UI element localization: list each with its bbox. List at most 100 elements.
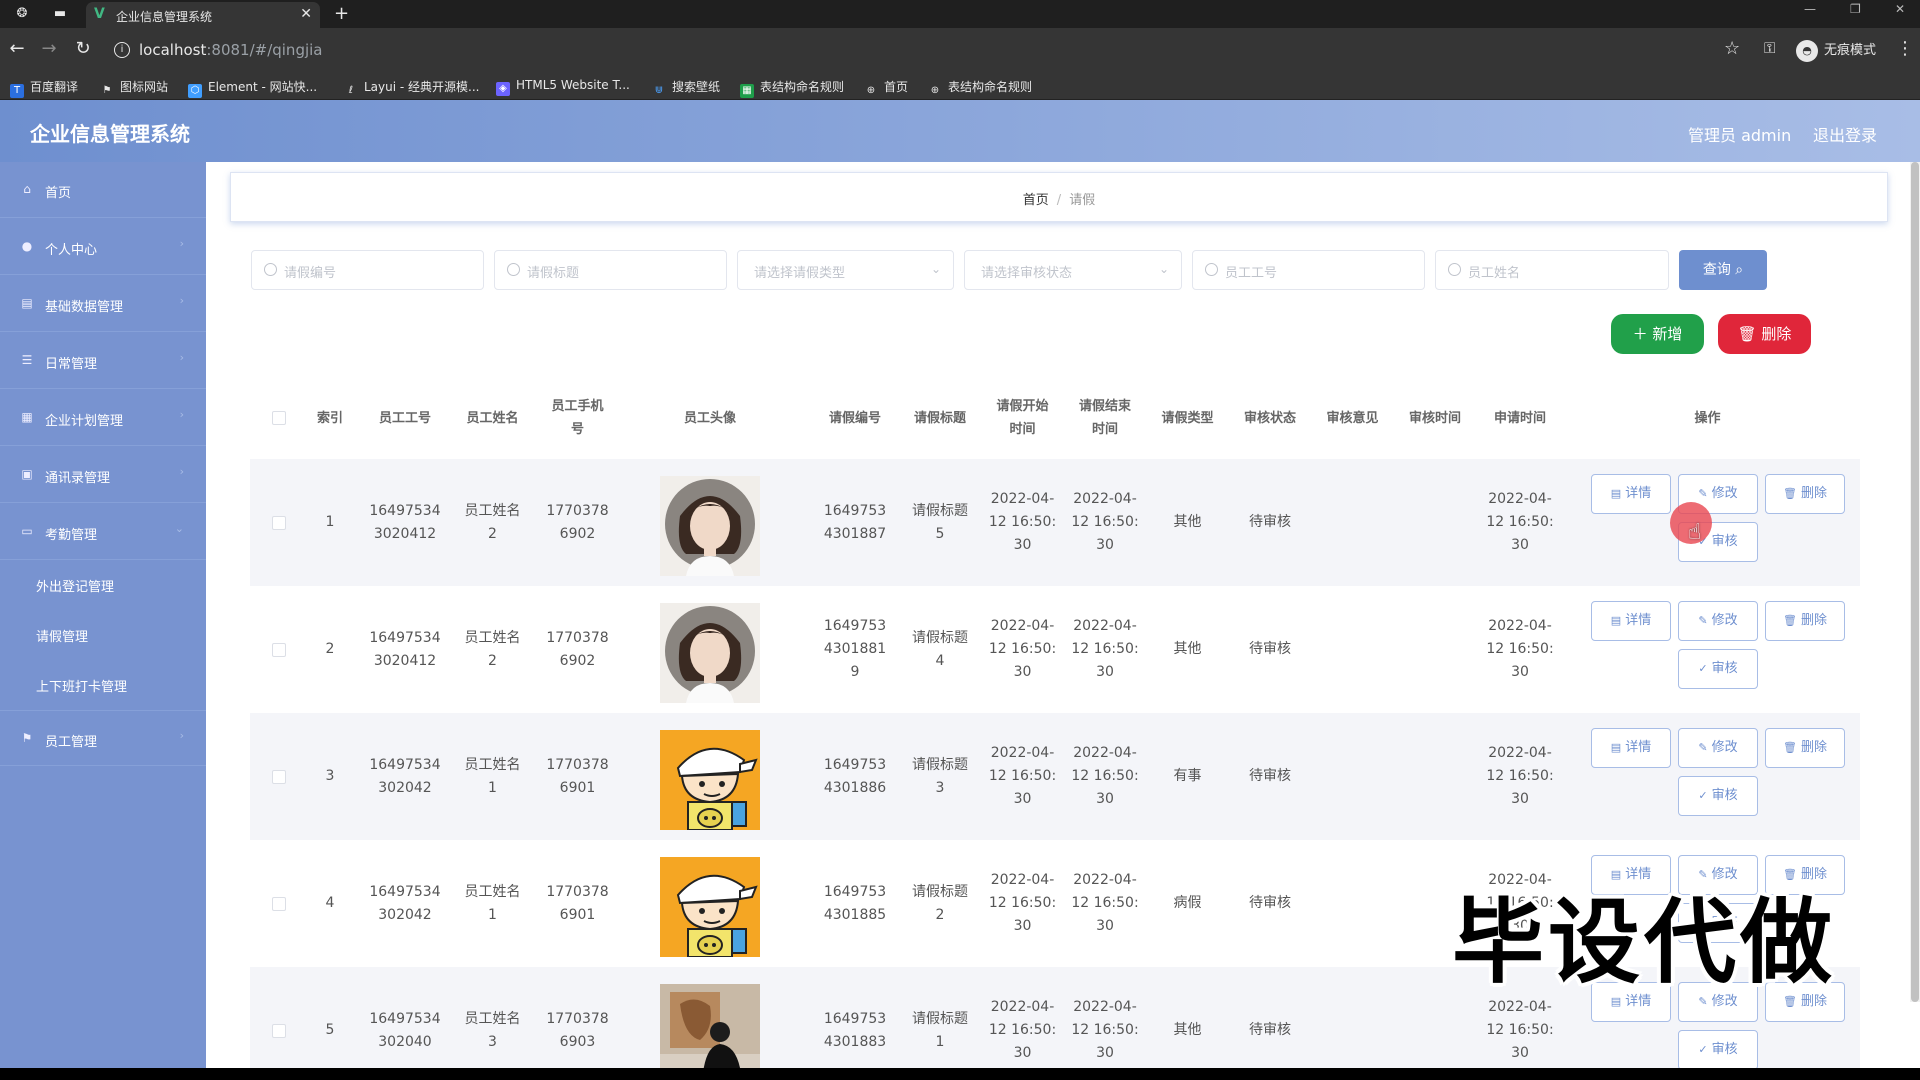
sidebar-item-contacts[interactable]: ▣ 通讯录管理 › bbox=[0, 447, 206, 503]
audit-status-select[interactable]: 请选择审核状态 ⌄ bbox=[964, 250, 1182, 290]
cell-line: 2 bbox=[935, 906, 945, 923]
trash-icon: 🗑︎ bbox=[1783, 487, 1797, 500]
tab-close-icon[interactable]: ✕ bbox=[300, 6, 312, 22]
batch-delete-button[interactable]: 🗑︎ 删除 bbox=[1718, 314, 1811, 354]
sidebar-item-label: 员工管理 bbox=[45, 735, 98, 750]
bookmark-item[interactable]: T 百度翻译 bbox=[10, 78, 78, 98]
cell-line: 30 bbox=[1511, 664, 1529, 680]
cell-leave-title: 请假标题 1 bbox=[900, 967, 980, 1068]
row-checkbox[interactable] bbox=[272, 643, 286, 657]
leave-type-select[interactable]: 请选择请假类型 ⌄ bbox=[737, 250, 954, 290]
site-info-icon[interactable]: i bbox=[114, 42, 130, 58]
row-checkbox[interactable] bbox=[272, 516, 286, 530]
query-button[interactable]: 查询 ⌕ bbox=[1679, 250, 1767, 290]
cell-line: 1 bbox=[488, 906, 497, 923]
sidebar-subitem-label: 外出登记管理 bbox=[36, 580, 115, 595]
cell-leave-no: 1649753 4301885 bbox=[810, 840, 900, 967]
sidebar-item-plan[interactable]: ▦ 企业计划管理 › bbox=[0, 390, 206, 446]
add-label: 新增 bbox=[1652, 325, 1683, 343]
edit-button[interactable]: ✎ 修改 bbox=[1678, 728, 1758, 768]
tab-search-icon[interactable]: ▬ bbox=[52, 6, 68, 22]
audit-label: 审核 bbox=[1711, 788, 1738, 803]
sidebar-item-profile[interactable]: ● 个人中心 › bbox=[0, 219, 206, 275]
browser-tab[interactable]: V 企业信息管理系统 ✕ bbox=[86, 2, 320, 28]
sidebar-item-home[interactable]: ⌂ 首页 bbox=[0, 162, 206, 218]
row-checkbox[interactable] bbox=[272, 1024, 286, 1038]
col-emp-no: 员工工号 bbox=[378, 410, 431, 426]
row-checkbox[interactable] bbox=[272, 897, 286, 911]
page-scrollbar-thumb[interactable] bbox=[1911, 162, 1919, 1002]
pencil-icon: ✎ bbox=[1698, 614, 1708, 627]
reload-icon[interactable]: ↻ bbox=[72, 38, 94, 60]
leave-no-input[interactable]: 请假编号 bbox=[251, 250, 484, 290]
audit-button[interactable]: ✓ 审核 bbox=[1678, 649, 1758, 689]
bookmark-item[interactable]: ⚑ 图标网站 bbox=[100, 78, 169, 98]
table-row: 1 16497534 3020412 员工姓名 2 1770378 6902 1649… bbox=[250, 459, 1860, 586]
sidebar-subitem-clock[interactable]: 上下班打卡管理 bbox=[0, 660, 206, 710]
chevron-right-icon: › bbox=[179, 465, 184, 478]
audit-button[interactable]: ✓ 审核 bbox=[1678, 1030, 1758, 1068]
detail-button[interactable]: ▤ 详情 bbox=[1591, 601, 1671, 641]
logout-link[interactable]: 退出登录 bbox=[1813, 122, 1877, 146]
detail-button[interactable]: ▤ 详情 bbox=[1591, 728, 1671, 768]
minimize-icon[interactable]: — bbox=[1804, 2, 1816, 16]
col-audit-status: 审核状态 bbox=[1243, 410, 1296, 426]
cell-audit-status: 待审核 bbox=[1249, 641, 1291, 657]
incognito-indicator[interactable]: ◓ 无痕模式 bbox=[1796, 39, 1876, 62]
chevron-down-icon: ⌄ bbox=[930, 262, 941, 276]
delete-button[interactable]: 🗑︎ 删除 bbox=[1765, 474, 1845, 514]
browser-menu-icon[interactable]: ❂ bbox=[14, 6, 30, 22]
cell-line: 2022-04- bbox=[990, 872, 1055, 888]
bookmark-item[interactable]: ◈ HTML5 Website T... bbox=[496, 78, 630, 96]
sidebar-subitem-leave[interactable]: 请假管理 bbox=[0, 610, 206, 660]
sidebar-item-label: 考勤管理 bbox=[45, 528, 98, 543]
bookmark-item[interactable]: ⊕ 表结构命名规则 bbox=[928, 78, 1032, 98]
bookmark-item[interactable]: ⊕ 首页 bbox=[864, 78, 908, 98]
delete-button[interactable]: 🗑︎ 删除 bbox=[1765, 601, 1845, 641]
audit-button[interactable]: ✓ 审核 bbox=[1678, 776, 1758, 816]
col-leave-title: 请假标题 bbox=[913, 410, 966, 426]
forward-icon[interactable]: → bbox=[38, 38, 60, 60]
new-tab-icon[interactable]: + bbox=[334, 3, 349, 24]
bookmark-item[interactable]: ⋓ 搜索壁纸 bbox=[652, 78, 720, 98]
edit-label: 修改 bbox=[1711, 613, 1738, 628]
employee-name-input[interactable]: 员工姓名 bbox=[1435, 250, 1669, 290]
document-icon: ▤ bbox=[1610, 614, 1622, 627]
plus-icon: ＋ bbox=[1632, 325, 1648, 343]
delete-button[interactable]: 🗑︎ 删除 bbox=[1765, 728, 1845, 768]
add-button[interactable]: ＋ 新增 bbox=[1611, 314, 1704, 354]
back-icon[interactable]: ← bbox=[6, 38, 28, 60]
bookmark-label: 百度翻译 bbox=[30, 80, 79, 94]
employee-no-input[interactable]: 员工工号 bbox=[1192, 250, 1425, 290]
bookmark-item[interactable]: ▦ 表结构命名规则 bbox=[740, 78, 844, 98]
sidebar-item-daily[interactable]: ☰ 日常管理 › bbox=[0, 333, 206, 389]
detail-button[interactable]: ▤ 详情 bbox=[1591, 474, 1671, 514]
input-placeholder: 请假标题 bbox=[527, 266, 580, 281]
browser-menu-dots-icon[interactable]: ⋮ bbox=[1896, 38, 1914, 59]
sidebar-item-attendance[interactable]: ▭ 考勤管理 ⌄ bbox=[0, 504, 206, 560]
cell-line: 30 bbox=[1096, 918, 1114, 934]
sidebar-item-base-data[interactable]: ▤ 基础数据管理 › bbox=[0, 276, 206, 332]
cell-line: 4301886 bbox=[823, 779, 887, 796]
restore-icon[interactable]: ❐ bbox=[1850, 2, 1861, 16]
bookmark-item[interactable]: ℓ Layui - 经典开源模... bbox=[344, 78, 480, 98]
row-checkbox[interactable] bbox=[272, 770, 286, 784]
avatar-woman bbox=[660, 603, 760, 703]
avatar-cartoon bbox=[660, 730, 760, 830]
leave-title-input[interactable]: 请假标题 bbox=[494, 250, 727, 290]
select-all-checkbox[interactable] bbox=[272, 411, 286, 425]
edit-button[interactable]: ✎ 修改 bbox=[1678, 601, 1758, 641]
sidebar-item-employee[interactable]: ⚑ 员工管理 › bbox=[0, 710, 206, 766]
cell-emp-no: 16497534 3020412 bbox=[360, 459, 450, 586]
window-close-icon[interactable]: ✕ bbox=[1895, 2, 1905, 16]
bookmark-star-icon[interactable]: ☆ bbox=[1724, 38, 1740, 59]
cell-leave-no: 1649753 4301886 bbox=[810, 713, 900, 840]
breadcrumb-home[interactable]: 首页 bbox=[1023, 193, 1049, 208]
url-input[interactable]: localhost:8081/#/qingjia bbox=[139, 41, 323, 59]
password-key-icon[interactable]: ⚿ bbox=[1764, 39, 1775, 57]
sidebar-subitem-outing[interactable]: 外出登记管理 bbox=[0, 560, 206, 610]
bookmark-item[interactable]: ⬡ Element - 网站快... bbox=[188, 78, 317, 98]
bookmark-label: 搜索壁纸 bbox=[672, 80, 721, 94]
cell-line: 1770378 bbox=[546, 1010, 609, 1027]
cell-apply-time: 2022-04- 12 16:50: 30 bbox=[1475, 713, 1565, 840]
